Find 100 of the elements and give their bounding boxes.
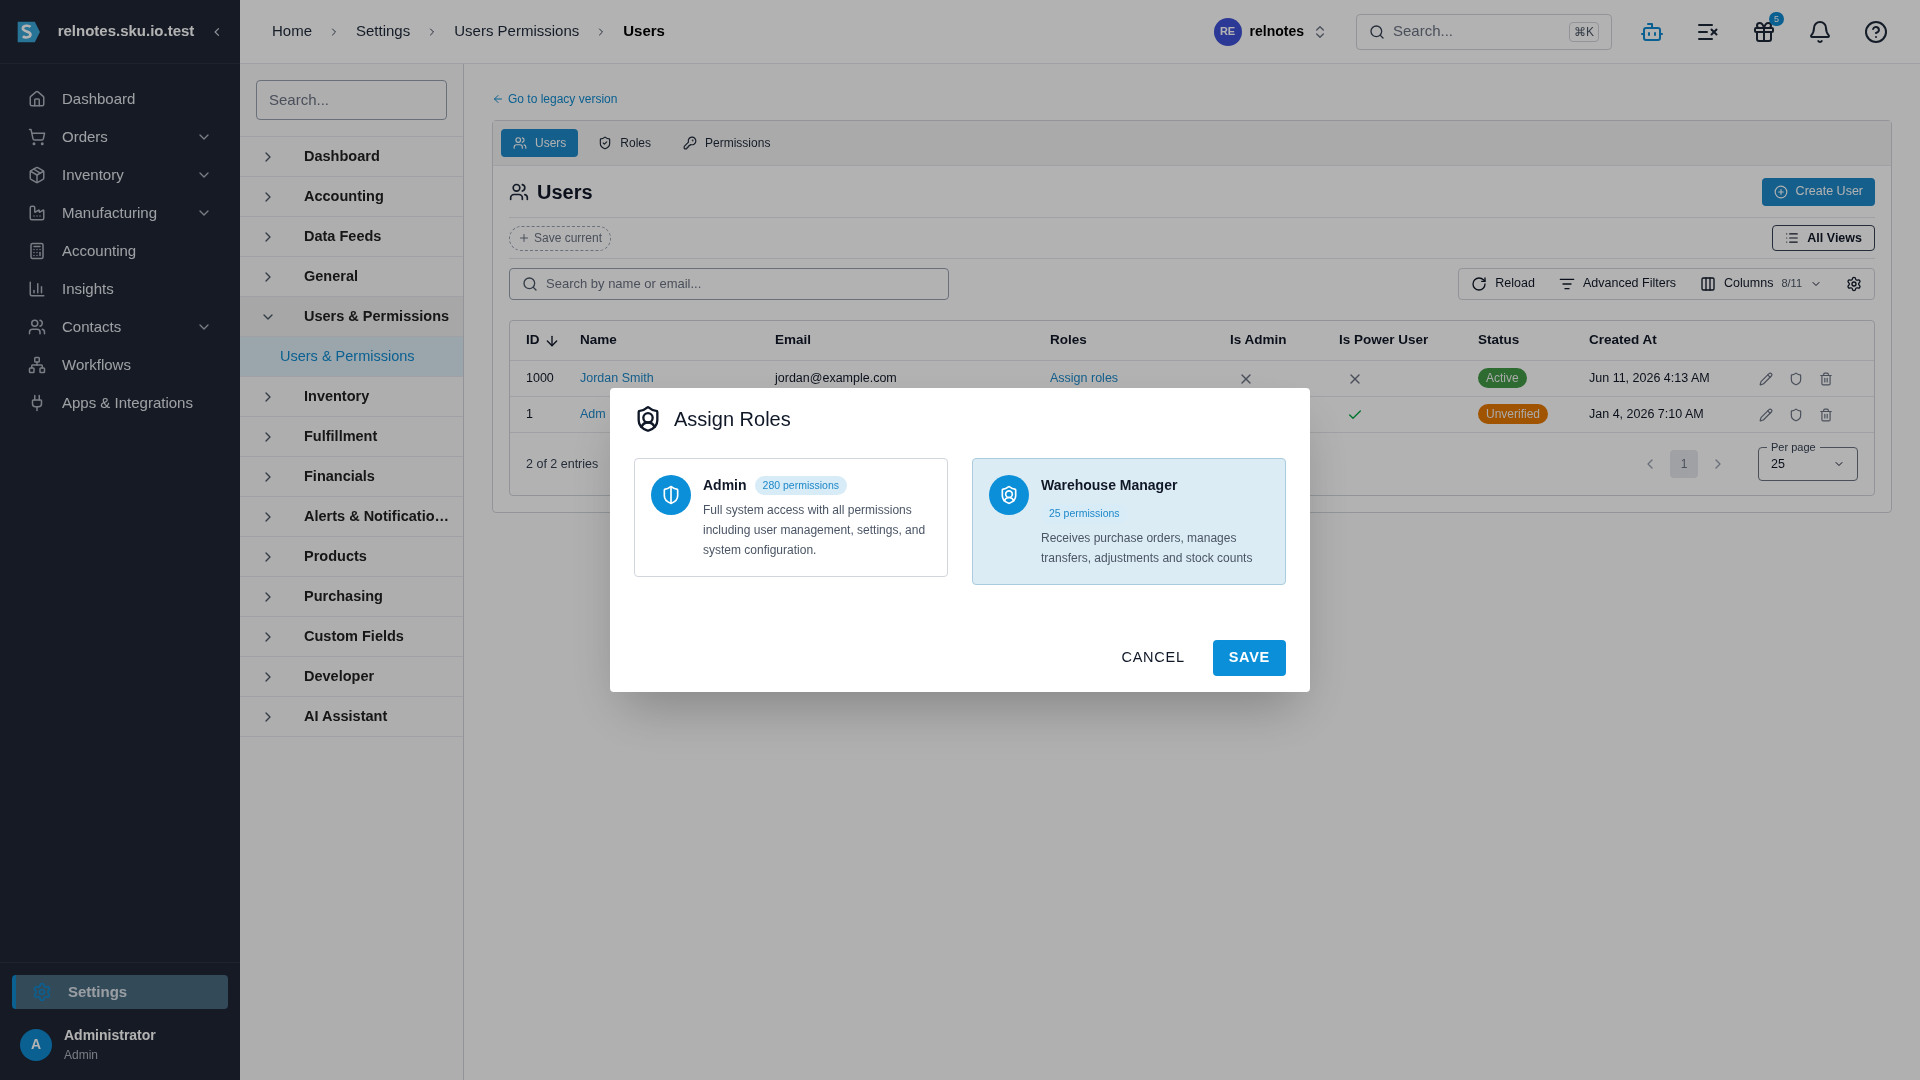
nav-item[interactable]: Insights: [0, 270, 240, 308]
column-header[interactable]: Email: [775, 330, 1050, 351]
nav-item[interactable]: Workflows: [0, 346, 240, 384]
column-header[interactable]: Status: [1478, 330, 1589, 351]
workspace-name[interactable]: relnotes: [1249, 21, 1304, 42]
role-card[interactable]: Admin 280 permissions Full system access with all permissions including user management, settings, and system configuration.: [634, 458, 948, 577]
column-header[interactable]: Is Power User: [1339, 330, 1478, 351]
email-cell: jordan@example.com: [775, 371, 897, 386]
shield-icon: [598, 136, 613, 150]
back-arrow-icon: [492, 93, 504, 105]
filters-button[interactable]: Advanced Filters: [1558, 274, 1677, 293]
box-icon: [28, 166, 46, 184]
people-icon: [509, 181, 529, 202]
columns-count: 8/11: [1781, 276, 1802, 292]
search-icon: [522, 275, 538, 292]
columns-icon: [1700, 275, 1717, 292]
cart-icon: [28, 128, 46, 146]
nav-item[interactable]: Inventory: [0, 156, 240, 194]
nav-item[interactable]: Contacts: [0, 308, 240, 346]
settings-menu-item[interactable]: Developer: [240, 657, 463, 697]
status-badge: Unverified: [1478, 404, 1549, 425]
settings-menu-item[interactable]: Dashboard: [240, 137, 463, 177]
column-header[interactable]: Name: [580, 330, 775, 351]
shield-icon[interactable]: [1789, 371, 1803, 386]
settings-menu-item[interactable]: Financials: [240, 457, 463, 497]
role-name: Warehouse Manager: [1041, 476, 1178, 495]
role-description: Full system access with all permissions including user management, settings, and system configuration.: [703, 502, 927, 559]
settings-search-field[interactable]: Search...: [256, 80, 447, 120]
permissions-badge: 25 permissions: [1041, 504, 1128, 524]
reload-icon: [1471, 275, 1488, 292]
permissions-badge: 280 permissions: [754, 475, 847, 496]
settings-menu-item[interactable]: Products: [240, 537, 463, 577]
role-name: Admin: [703, 476, 747, 495]
column-header[interactable]: Created At: [1589, 330, 1759, 351]
hierarchy-icon: [28, 356, 46, 374]
nav-item[interactable]: Orders: [0, 118, 240, 156]
settings-menu-item[interactable]: AI Assistant: [240, 697, 463, 737]
reload-button[interactable]: Reload: [1471, 274, 1535, 293]
settings-icon[interactable]: [1846, 275, 1862, 292]
factory-icon: [28, 204, 46, 222]
column-header[interactable]: Is Admin: [1230, 330, 1339, 351]
role-card[interactable]: Warehouse Manager 25 permissions Receives purchase orders, manages transfers, adjustments and stock counts: [972, 458, 1286, 585]
dialog-title: Assign Roles: [674, 407, 791, 432]
user-name: Administrator: [64, 1026, 156, 1045]
all-views-button[interactable]: All Views: [1772, 225, 1875, 251]
user-role: Admin: [64, 1047, 99, 1064]
id-cell-text: 1: [526, 406, 534, 424]
home-icon: [28, 90, 46, 108]
settings-menu-item[interactable]: Custom Fields: [240, 617, 463, 657]
global-search-field[interactable]: Search... ⌘K: [1356, 13, 1612, 50]
workspace-avatar: RE: [1213, 17, 1242, 46]
nav-item[interactable]: Manufacturing: [0, 194, 240, 232]
cancel-button[interactable]: CANCEL: [1109, 640, 1197, 676]
settings-menu-item[interactable]: Alerts & Notificatio…: [240, 497, 463, 537]
table-search-field[interactable]: Search by name or email...: [509, 267, 949, 300]
role-description: Receives purchase orders, manages transfers, adjustments and stock counts: [1041, 529, 1254, 567]
edit-icon[interactable]: [1759, 407, 1773, 422]
nav-item[interactable]: Accounting: [0, 232, 240, 270]
status-badge: Active: [1478, 368, 1527, 389]
settings-menu-item[interactable]: Inventory: [240, 377, 463, 417]
shield-icon[interactable]: [1789, 407, 1803, 422]
id-cell-text: 1000: [526, 370, 555, 388]
shield-icon: [661, 485, 681, 505]
breadcrumb: Users: [623, 21, 665, 42]
calculator-icon: [28, 242, 46, 260]
save-button[interactable]: SAVE: [1212, 640, 1286, 676]
created-at-cell-text: Jan 4, 2026 7:10 AM: [1589, 406, 1705, 424]
column-header[interactable]: Roles: [1050, 330, 1230, 351]
columns-button[interactable]: Columns 8/11: [1700, 274, 1822, 293]
edit-icon[interactable]: [1759, 371, 1773, 386]
app-name: relnotes.sku.io.test: [57, 21, 195, 42]
shortcut-hint: ⌘K: [1569, 21, 1599, 42]
settings-menu-item[interactable]: Fulfillment: [240, 417, 463, 457]
settings-menu-item[interactable]: Purchasing: [240, 577, 463, 617]
gift-icon[interactable]: [1752, 19, 1776, 44]
delete-icon[interactable]: [1819, 407, 1833, 422]
column-header[interactable]: ID: [526, 330, 580, 351]
nav-item[interactable]: Apps & Integrations: [0, 384, 240, 422]
delete-icon[interactable]: [1819, 371, 1833, 386]
search-icon: [1369, 23, 1385, 40]
breadcrumb[interactable]: Users Permissions: [454, 20, 580, 43]
help-icon[interactable]: [1864, 19, 1888, 44]
settings-menu-item[interactable]: Accounting: [240, 177, 463, 217]
settings-menu-item[interactable]: Users & Permissions: [240, 297, 463, 337]
tab[interactable]: Roles: [586, 129, 664, 157]
created-at-cell-text: Jun 11, 2026 4:13 AM: [1589, 370, 1711, 388]
list-icon: [1785, 231, 1800, 245]
plus-circle-icon: [1773, 184, 1788, 199]
page-title: Users: [537, 179, 594, 205]
search-placeholder: Search...: [1393, 21, 1455, 42]
people-icon: [513, 136, 527, 150]
key-icon: [683, 136, 698, 150]
settings-menu-item[interactable]: Data Feeds: [240, 217, 463, 257]
nav-item[interactable]: Dashboard: [0, 80, 240, 118]
plus-icon: [518, 232, 530, 244]
bell-icon[interactable]: [1808, 19, 1832, 44]
tab[interactable]: Permissions: [671, 129, 783, 157]
breadcrumb[interactable]: Home: [272, 20, 312, 43]
gift-badge: 5: [1769, 11, 1784, 26]
breadcrumb[interactable]: Settings: [356, 20, 411, 43]
